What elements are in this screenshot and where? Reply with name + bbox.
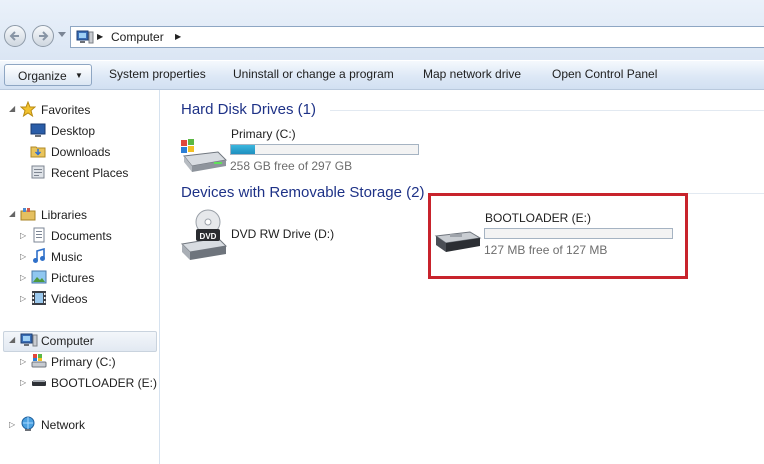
drive-usage-bar [230, 144, 419, 155]
drive-tile-dvd-d[interactable]: DVD DVD RW Drive (D:) [176, 206, 416, 262]
map-network-drive-button[interactable]: Map network drive [423, 67, 521, 81]
forward-arrow-icon [39, 31, 49, 41]
back-arrow-icon [9, 31, 19, 41]
desktop-icon [30, 123, 46, 137]
pictures-icon [31, 270, 47, 284]
star-icon [20, 101, 36, 117]
collapsed-arrow-icon[interactable]: ▷ [20, 231, 26, 240]
network-icon [21, 416, 35, 431]
breadcrumb-chevron-icon[interactable]: ▶ [97, 32, 103, 41]
group-header-removable-storage[interactable]: Devices with Removable Storage (2) [181, 184, 424, 201]
windows-hard-drive-icon [181, 139, 228, 172]
nav-label: BOOTLOADER (E:) [51, 376, 158, 390]
removable-drive-icon [32, 380, 46, 386]
back-button[interactable] [4, 25, 26, 47]
drive-usage-fill [231, 145, 256, 154]
expand-arrow-icon[interactable]: ◢ [9, 104, 15, 113]
collapsed-arrow-icon[interactable]: ▷ [20, 294, 26, 303]
collapsed-arrow-icon[interactable]: ▷ [20, 357, 26, 366]
navigation-pane: ◢ Favorites Desktop Downloads Recent Pla… [0, 90, 160, 464]
collapsed-arrow-icon[interactable]: ▷ [20, 378, 26, 387]
recent-pages-chevron-down-icon[interactable] [58, 32, 66, 38]
uninstall-program-button[interactable]: Uninstall or change a program [233, 67, 394, 81]
nav-label: Computer [41, 334, 94, 348]
downloads-folder-icon [30, 146, 46, 158]
group-header-hard-disk-drives[interactable]: Hard Disk Drives (1) [181, 101, 316, 118]
svg-text:DVD: DVD [200, 232, 217, 241]
nav-label: Primary (C:) [51, 355, 116, 369]
collapsed-arrow-icon[interactable]: ▷ [20, 273, 26, 282]
command-bar: Organize ▼ System properties Uninstall o… [0, 61, 764, 90]
nav-label: Documents [51, 229, 112, 243]
organize-button[interactable]: Organize ▼ [4, 64, 92, 86]
libraries-icon [20, 208, 36, 221]
system-properties-button[interactable]: System properties [109, 67, 206, 81]
breadcrumb-computer[interactable]: Computer [111, 30, 164, 44]
nav-label: Videos [51, 292, 88, 306]
documents-icon [33, 227, 45, 243]
group-divider [330, 110, 764, 111]
organize-label: Organize [18, 69, 67, 83]
film-strip-icon [32, 291, 46, 305]
nav-label: Favorites [41, 103, 91, 117]
expand-arrow-icon[interactable]: ◢ [9, 209, 15, 218]
drive-name: DVD RW Drive (D:) [231, 227, 335, 241]
drive-tile-primary-c[interactable]: Primary (C:) 258 GB free of 297 GB [176, 124, 426, 174]
nav-label: Libraries [41, 208, 88, 222]
computer-icon [20, 333, 38, 347]
dvd-drive-icon: DVD [180, 209, 228, 260]
collapsed-arrow-icon[interactable]: ▷ [20, 252, 26, 261]
music-note-icon [33, 248, 45, 263]
forward-button[interactable] [32, 25, 54, 47]
nav-label: Recent Places [51, 166, 129, 180]
nav-label: Desktop [51, 124, 96, 138]
computer-icon [76, 30, 94, 44]
collapsed-arrow-icon[interactable]: ▷ [9, 420, 15, 429]
chevron-down-icon: ▼ [75, 71, 83, 80]
windows-drive-icon [31, 354, 47, 368]
address-bar-region: ▶ Computer ▶ [0, 0, 764, 60]
annotation-highlight-box [428, 193, 688, 279]
drive-free-space: 258 GB free of 297 GB [230, 159, 353, 173]
recent-places-icon [31, 165, 45, 179]
nav-label: Network [41, 418, 86, 432]
address-field[interactable]: ▶ Computer ▶ [70, 26, 764, 48]
nav-label: Pictures [51, 271, 95, 285]
breadcrumb-chevron-icon[interactable]: ▶ [175, 32, 181, 41]
nav-label: Music [51, 250, 83, 264]
open-control-panel-button[interactable]: Open Control Panel [552, 67, 657, 81]
drive-name: Primary (C:) [231, 127, 296, 141]
expand-arrow-icon[interactable]: ◢ [9, 335, 15, 344]
nav-label: Downloads [51, 145, 111, 159]
